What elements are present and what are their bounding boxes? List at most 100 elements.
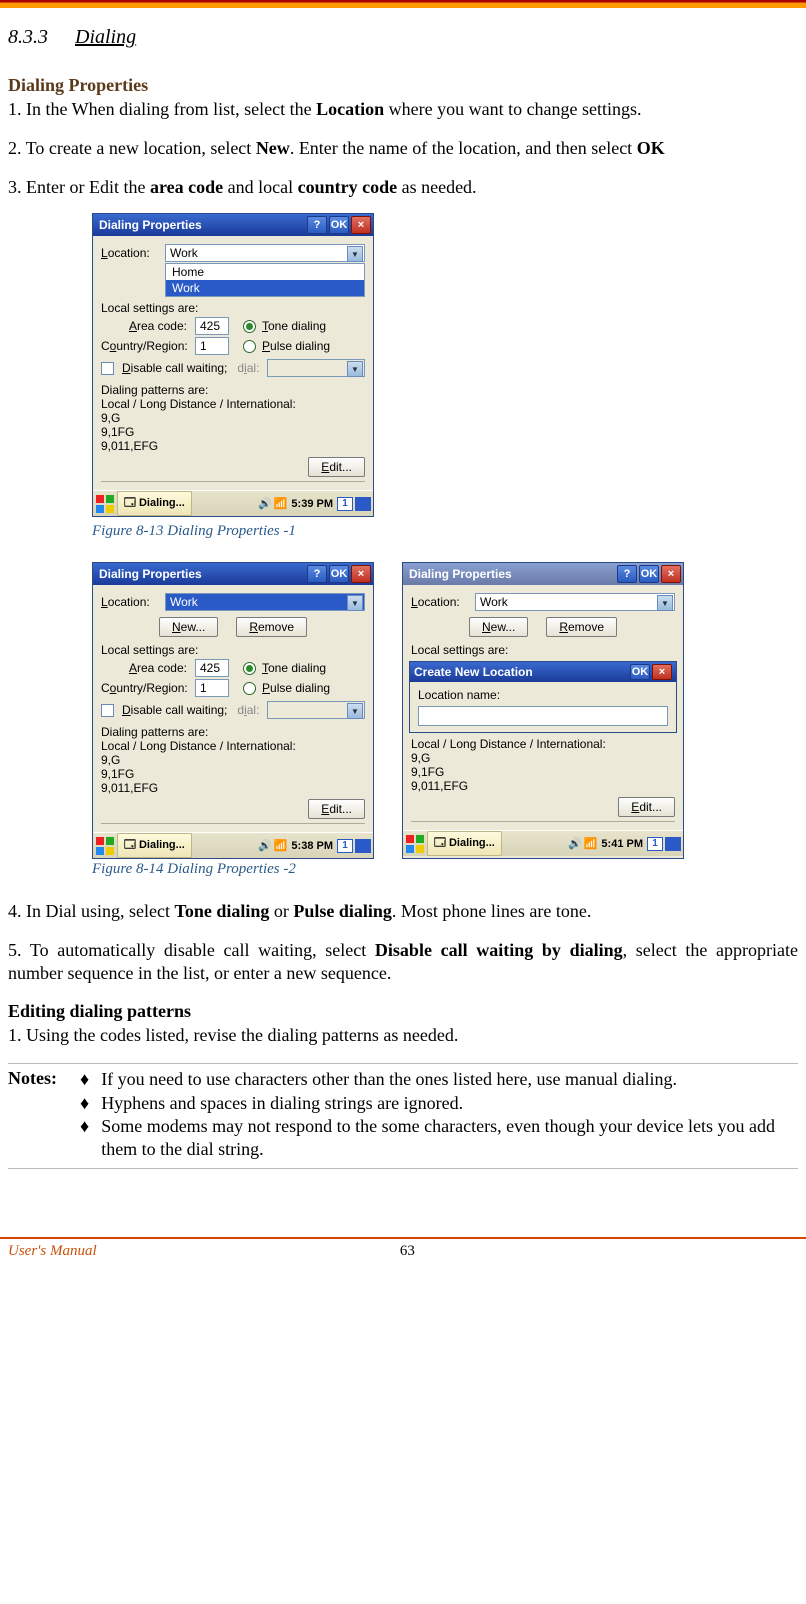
taskbar: 🗔 Dialing... 🔊 📶 5:38 PM 1 bbox=[93, 832, 373, 858]
location-name-label: Location name: bbox=[418, 688, 668, 702]
help-button[interactable]: ? bbox=[617, 565, 637, 583]
task-button-dialing[interactable]: 🗔 Dialing... bbox=[427, 831, 502, 856]
keyboard-icon[interactable]: 1 bbox=[647, 837, 663, 851]
location-label: Location: bbox=[411, 595, 471, 609]
help-button[interactable]: ? bbox=[307, 565, 327, 583]
area-code-input[interactable]: 425 bbox=[195, 659, 229, 677]
figure-1-caption: Figure 8-13 Dialing Properties -1 bbox=[92, 523, 798, 540]
location-combo[interactable]: Work ▼ bbox=[475, 593, 675, 611]
start-icon[interactable] bbox=[95, 494, 115, 514]
pattern-line-3: 9,011,EFG bbox=[411, 779, 675, 793]
cascade-icon[interactable] bbox=[665, 837, 681, 851]
dial-combo: ▼ bbox=[267, 359, 365, 377]
step-3: 3. Enter or Edit the area code and local… bbox=[8, 176, 798, 199]
chevron-down-icon[interactable]: ▼ bbox=[657, 595, 673, 611]
top-color-bar bbox=[0, 0, 806, 8]
modal-ok-button[interactable]: OK bbox=[630, 664, 650, 680]
location-combo[interactable]: Work ▼ bbox=[165, 244, 365, 262]
location-label: Location: bbox=[101, 246, 161, 260]
pulse-radio[interactable] bbox=[243, 682, 256, 695]
disable-label: Disable call waiting; bbox=[122, 361, 227, 375]
step-2: 2. To create a new location, select New.… bbox=[8, 137, 798, 160]
area-code-input[interactable]: 425 bbox=[195, 317, 229, 335]
window-body: Location: Work ▼ Home Work Local setting… bbox=[93, 236, 373, 490]
footer-manual: User's Manual bbox=[8, 1243, 97, 1260]
create-new-location-dialog: Create New Location OK × Location name: bbox=[409, 661, 677, 733]
ok-button[interactable]: OK bbox=[329, 216, 349, 234]
tray-icon[interactable]: 📶 bbox=[274, 497, 288, 510]
cascade-icon[interactable] bbox=[355, 839, 371, 853]
edit-button[interactable]: Edit... bbox=[618, 797, 675, 817]
cascade-icon[interactable] bbox=[355, 497, 371, 511]
tone-radio[interactable] bbox=[243, 320, 256, 333]
step-1: 1. In the When dialing from list, select… bbox=[8, 98, 798, 121]
close-button[interactable]: × bbox=[351, 565, 371, 583]
new-button[interactable]: New... bbox=[469, 617, 528, 637]
location-label: Location: bbox=[101, 595, 161, 609]
tray-icon[interactable]: 📶 bbox=[274, 839, 288, 852]
location-combo[interactable]: Work ▼ bbox=[165, 593, 365, 611]
pattern-line-1: 9,G bbox=[101, 411, 365, 425]
ok-button[interactable]: OK bbox=[329, 565, 349, 583]
close-button[interactable]: × bbox=[661, 565, 681, 583]
keyboard-icon[interactable]: 1 bbox=[337, 839, 353, 853]
page-footer: User's Manual 63 bbox=[0, 1237, 806, 1272]
patterns-subheading: Local / Long Distance / International: bbox=[411, 737, 675, 751]
edit-button[interactable]: Edit... bbox=[308, 457, 365, 477]
chevron-down-icon[interactable]: ▼ bbox=[347, 246, 363, 262]
tone-radio[interactable] bbox=[243, 662, 256, 675]
remove-button[interactable]: Remove bbox=[546, 617, 617, 637]
close-button[interactable]: × bbox=[351, 216, 371, 234]
chevron-down-icon[interactable]: ▼ bbox=[347, 595, 363, 611]
ok-button[interactable]: OK bbox=[639, 565, 659, 583]
disable-checkbox[interactable] bbox=[101, 704, 114, 717]
disable-label: Disable call waiting; bbox=[122, 703, 227, 717]
help-button[interactable]: ? bbox=[307, 216, 327, 234]
dial-combo: ▼ bbox=[267, 701, 365, 719]
task-button-dialing[interactable]: 🗔 Dialing... bbox=[117, 833, 192, 858]
disable-checkbox[interactable] bbox=[101, 362, 114, 375]
notes-list: ♦If you need to use characters other tha… bbox=[80, 1068, 798, 1162]
titlebar-inactive: Dialing Properties ? OK × bbox=[403, 563, 683, 585]
footer-page: 63 bbox=[97, 1243, 718, 1260]
dialing-properties-heading: Dialing Properties bbox=[8, 75, 798, 96]
note-item: ♦If you need to use characters other tha… bbox=[80, 1068, 798, 1091]
figure-1: Dialing Properties ? OK × Location: Work… bbox=[92, 213, 798, 517]
edit-button[interactable]: Edit... bbox=[308, 799, 365, 819]
local-settings-label: Local settings are: bbox=[101, 301, 365, 315]
editing-heading: Editing dialing patterns bbox=[8, 1001, 798, 1022]
pattern-line-2: 9,1FG bbox=[411, 765, 675, 779]
remove-button[interactable]: Remove bbox=[236, 617, 307, 637]
tray-icon[interactable]: 🔊 bbox=[568, 837, 582, 850]
section-number: 8.3.3 bbox=[8, 26, 48, 48]
page-content: 8.3.3 Dialing Dialing Properties 1. In t… bbox=[0, 26, 806, 1169]
dialing-window-2b: Dialing Properties ? OK × Location: Work… bbox=[402, 562, 684, 859]
patterns-heading: Dialing patterns are: bbox=[101, 725, 365, 739]
note-item: ♦Hyphens and spaces in dialing strings a… bbox=[80, 1092, 798, 1115]
country-input[interactable]: 1 bbox=[195, 679, 229, 697]
start-icon[interactable] bbox=[95, 836, 115, 856]
tray-icon[interactable]: 🔊 bbox=[258, 497, 272, 510]
taskbar: 🗔 Dialing... 🔊 📶 5:39 PM 1 bbox=[93, 490, 373, 516]
step-4: 4. In Dial using, select Tone dialing or… bbox=[8, 900, 798, 923]
editing-step-1: 1. Using the codes listed, revise the di… bbox=[8, 1024, 798, 1047]
tray-icon[interactable]: 📶 bbox=[584, 837, 598, 850]
location-option-work[interactable]: Work bbox=[166, 280, 364, 296]
titlebar: Dialing Properties ? OK × bbox=[93, 563, 373, 585]
tray-icon[interactable]: 🔊 bbox=[258, 839, 272, 852]
modal-close-button[interactable]: × bbox=[652, 664, 672, 680]
location-name-input[interactable] bbox=[418, 706, 668, 726]
task-button-dialing[interactable]: 🗔 Dialing... bbox=[117, 491, 192, 516]
start-icon[interactable] bbox=[405, 834, 425, 854]
keyboard-icon[interactable]: 1 bbox=[337, 497, 353, 511]
pattern-line-1: 9,G bbox=[411, 751, 675, 765]
location-listbox[interactable]: Home Work bbox=[165, 263, 365, 297]
country-input[interactable]: 1 bbox=[195, 337, 229, 355]
section-heading: 8.3.3 Dialing bbox=[8, 26, 798, 49]
pulse-radio[interactable] bbox=[243, 340, 256, 353]
pattern-line-2: 9,1FG bbox=[101, 425, 365, 439]
location-option-home[interactable]: Home bbox=[166, 264, 364, 280]
tone-label: Tone dialing bbox=[262, 319, 326, 333]
pulse-label: Pulse dialing bbox=[262, 339, 330, 353]
new-button[interactable]: New... bbox=[159, 617, 218, 637]
